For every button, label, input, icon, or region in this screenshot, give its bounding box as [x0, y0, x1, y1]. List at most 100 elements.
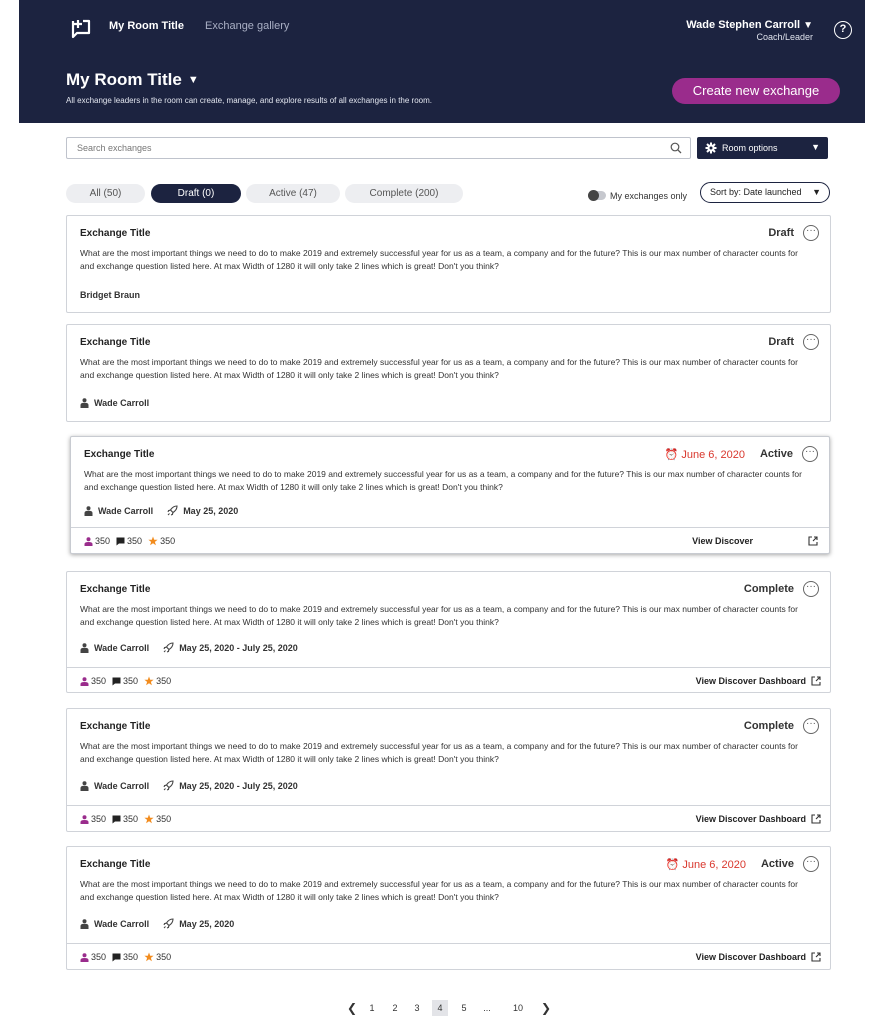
card-footer: 350 350 350 View Discover Dashboard — [67, 667, 830, 693]
ratings-count: 350 — [156, 952, 172, 962]
previous-page-arrow-icon[interactable]: ❮ — [347, 1000, 357, 1016]
pagination: ❮ 1 2 3 4 5 ... 10 ❯ — [0, 1000, 886, 1016]
ratings-count: 350 — [156, 676, 172, 686]
ratings-count: 350 — [160, 536, 176, 546]
exchange-meta: Wade Carroll May 25, 2020 - July 25, 202… — [80, 780, 298, 791]
exchange-meta: Bridget Braun — [80, 290, 140, 300]
star-icon — [144, 676, 154, 686]
nav-my-room[interactable]: My Room Title — [109, 20, 184, 32]
external-link-icon[interactable] — [811, 676, 821, 686]
status-badge: Draft — [768, 336, 794, 348]
view-discover-link[interactable]: View Discover — [692, 536, 753, 546]
exchange-title: Exchange Title — [80, 721, 151, 732]
exchange-card[interactable]: Exchange Title Complete ··· What are the… — [66, 708, 831, 832]
chevron-down-icon: ▼ — [187, 74, 199, 86]
card-footer: 350 350 350 View Discover — [71, 527, 829, 553]
exchange-question: What are the most important things we ne… — [80, 879, 798, 902]
comments-count: 350 — [123, 676, 139, 686]
tab-all[interactable]: All (50) — [66, 184, 145, 203]
gear-icon — [705, 142, 717, 154]
status-badge: Draft — [768, 227, 794, 239]
create-new-exchange-button[interactable]: Create new exchange — [672, 78, 840, 104]
room-title-dropdown[interactable]: My Room Title ▼ — [66, 70, 199, 90]
person-icon — [80, 398, 89, 408]
room-options-button[interactable]: Room options ▼ — [697, 137, 828, 159]
rocket-icon — [163, 780, 174, 791]
more-options-icon[interactable]: ··· — [803, 225, 819, 241]
page-subtitle: All exchange leaders in the room can cre… — [66, 96, 432, 105]
view-discover-dashboard-link[interactable]: View Discover Dashboard — [696, 814, 806, 824]
participants-count: 350 — [95, 536, 111, 546]
participants-icon — [80, 952, 89, 962]
rocket-icon — [167, 505, 178, 516]
page-4-current[interactable]: 4 — [432, 1000, 448, 1016]
external-link-icon[interactable] — [808, 536, 818, 546]
comment-icon — [112, 677, 121, 685]
page-2[interactable]: 2 — [387, 1000, 403, 1016]
more-options-icon[interactable]: ··· — [803, 718, 819, 734]
participants-icon — [80, 814, 89, 824]
author-name: Wade Carroll — [94, 398, 150, 408]
participants-count: 350 — [91, 952, 107, 962]
exchange-meta: Wade Carroll May 25, 2020 - July 25, 202… — [80, 642, 298, 653]
star-icon — [144, 814, 154, 824]
chevron-down-icon: ▼ — [803, 20, 813, 31]
tab-complete[interactable]: Complete (200) — [345, 184, 463, 203]
status-badge: Complete — [743, 720, 794, 732]
chevron-down-icon: ▼ — [812, 187, 821, 197]
room-options-label: Room options — [722, 143, 778, 153]
nav-exchange-gallery[interactable]: Exchange gallery — [205, 20, 289, 32]
exchange-card[interactable]: Exchange Title ⏰ June 6, 2020 Active ···… — [66, 846, 831, 970]
exchange-title: Exchange Title — [80, 584, 151, 595]
participants-count: 350 — [91, 814, 107, 824]
exchange-meta: Wade Carroll May 25, 2020 — [80, 918, 234, 929]
page-3[interactable]: 3 — [409, 1000, 425, 1016]
participants-icon — [84, 536, 93, 546]
tab-active[interactable]: Active (47) — [246, 184, 340, 203]
comments-count: 350 — [123, 952, 139, 962]
exchange-card[interactable]: Exchange Title Complete ··· What are the… — [66, 571, 831, 693]
launch-date: May 25, 2020 - July 25, 2020 — [179, 780, 298, 791]
rocket-icon — [163, 642, 174, 653]
my-exchanges-label: My exchanges only — [610, 191, 688, 201]
exchange-stats: 350 350 350 — [80, 952, 177, 962]
search-icon[interactable] — [670, 142, 682, 154]
card-footer: 350 350 350 View Discover Dashboard — [67, 943, 830, 969]
sort-dropdown[interactable]: Sort by: Date launched ▼ — [700, 182, 830, 203]
person-icon — [80, 780, 89, 791]
page-10[interactable]: 10 — [507, 1000, 529, 1016]
comment-icon — [112, 815, 121, 823]
exchange-card[interactable]: Exchange Title ⏰ June 6, 2020 Active ···… — [70, 436, 830, 554]
exchange-card[interactable]: Exchange Title Draft ··· What are the mo… — [66, 215, 831, 313]
external-link-icon[interactable] — [811, 814, 821, 824]
next-page-arrow-icon[interactable]: ❯ — [541, 1000, 551, 1016]
more-options-icon[interactable]: ··· — [802, 446, 818, 462]
more-options-icon[interactable]: ··· — [803, 581, 819, 597]
exchange-title: Exchange Title — [80, 859, 151, 870]
view-discover-dashboard-link[interactable]: View Discover Dashboard — [696, 952, 806, 962]
comment-icon — [116, 537, 125, 545]
more-options-icon[interactable]: ··· — [803, 856, 819, 872]
user-name: Wade Stephen Carroll — [686, 19, 801, 31]
due-date: ⏰ June 6, 2020 — [665, 859, 746, 871]
my-exchanges-toggle[interactable] — [588, 190, 606, 201]
external-link-icon[interactable] — [811, 952, 821, 962]
participants-icon — [80, 676, 89, 686]
page-5[interactable]: 5 — [456, 1000, 472, 1016]
exchange-logo-icon[interactable] — [67, 17, 93, 43]
exchange-card[interactable]: Exchange Title Draft ··· What are the mo… — [66, 324, 831, 422]
rocket-icon — [163, 918, 174, 929]
exchange-question: What are the most important things we ne… — [84, 469, 802, 492]
more-options-icon[interactable]: ··· — [803, 334, 819, 350]
view-discover-dashboard-link[interactable]: View Discover Dashboard — [696, 676, 806, 686]
author-name: Wade Carroll — [94, 918, 150, 929]
page-1[interactable]: 1 — [364, 1000, 380, 1016]
search-input[interactable] — [67, 138, 657, 158]
user-menu[interactable]: Wade Stephen Carroll ▼ Coach/Leader — [686, 19, 813, 42]
chevron-down-icon: ▼ — [811, 142, 820, 152]
tab-draft[interactable]: Draft (0) — [151, 184, 241, 203]
help-icon[interactable]: ? — [834, 21, 852, 39]
author-name: Bridget Braun — [80, 290, 141, 300]
exchange-question: What are the most important things we ne… — [80, 741, 798, 764]
due-date: ⏰ June 6, 2020 — [664, 449, 745, 461]
